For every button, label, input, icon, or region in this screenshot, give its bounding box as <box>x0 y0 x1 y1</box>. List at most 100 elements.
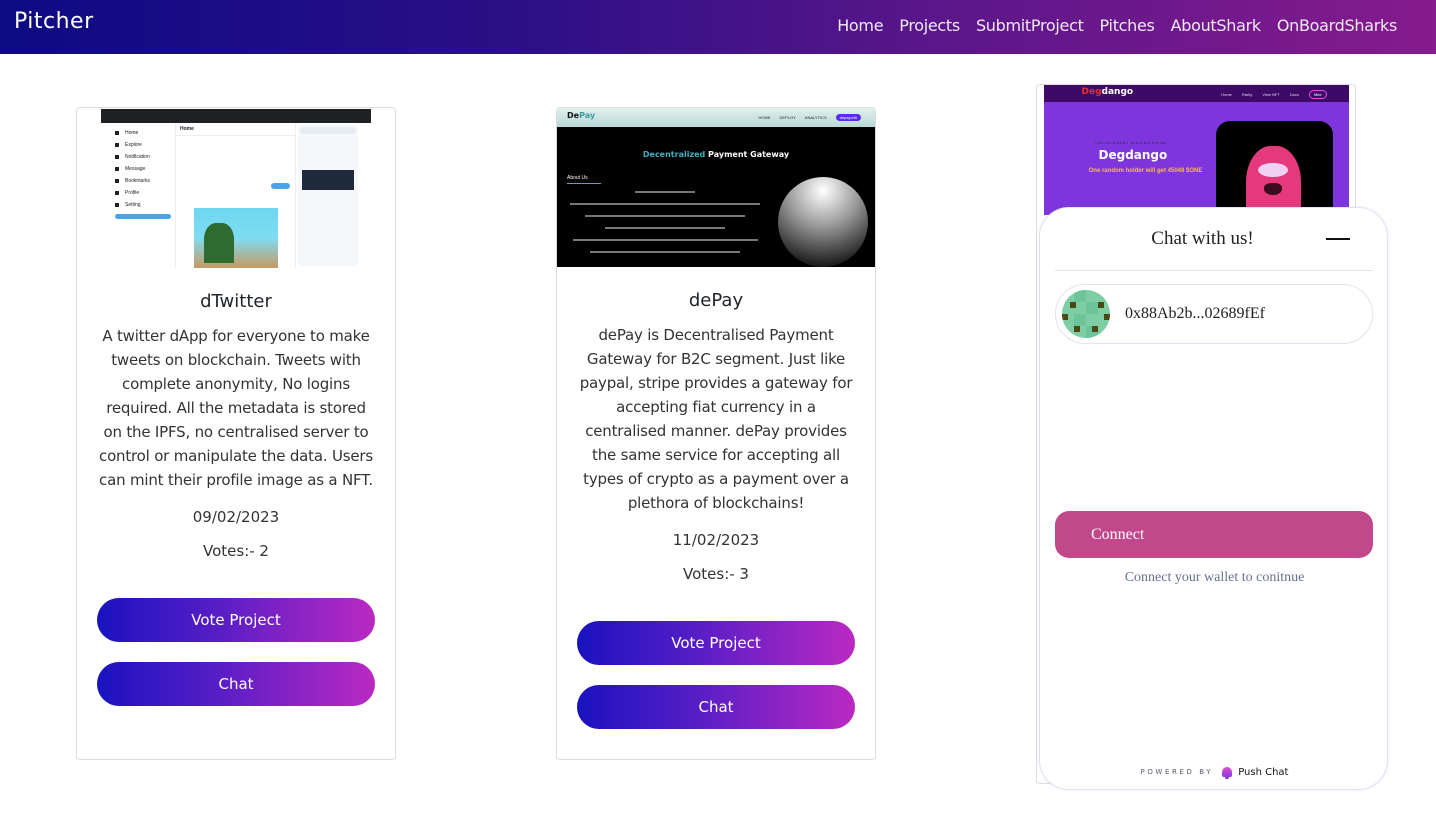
connect-hint: Connect your wallet to conitnue <box>1124 570 1305 585</box>
thumb-line <box>635 191 695 193</box>
project-thumbnail: Home Explore Notification Message Bookma… <box>101 109 371 268</box>
chat-title: Chat with us! <box>1151 228 1254 249</box>
thumb-menu-item: Docs <box>1289 92 1299 97</box>
nav-links: Home Projects SubmitProject Pitches Abou… <box>821 16 1397 35</box>
avatar-pixel <box>1074 314 1086 326</box>
thumbnail-trends <box>298 125 358 266</box>
thumb-search <box>300 127 356 134</box>
thumb-menu-pill: depay.eth <box>835 114 861 121</box>
thumb-image <box>302 170 354 190</box>
monster-eyes <box>1257 163 1288 177</box>
thumb-menu-item: DEPLOY <box>779 115 796 120</box>
avatar-pixel <box>1104 314 1110 320</box>
thumb-logo-b: Pay <box>579 111 596 120</box>
push-chat-brand: Push Chat <box>1238 766 1289 778</box>
brand-logo[interactable]: Pitcher <box>14 9 94 34</box>
project-date: 09/02/2023 <box>192 508 280 526</box>
project-votes: Votes:- 2 <box>203 542 269 560</box>
avatar-pixel <box>1074 290 1086 302</box>
thumb-logo-a: Deg <box>1081 87 1102 97</box>
browser-bar <box>101 109 371 123</box>
thumb-body: Decentralized Payment Gateway About Us <box>557 127 875 267</box>
wallet-address-pill: 0x88Ab2b...02689fEf <box>1055 284 1373 344</box>
thumb-hero: Decentralized Payment Gateway <box>557 150 875 159</box>
thumb-menu-item: Rarity <box>1241 92 1253 97</box>
thumb-text-lines <box>565 191 765 263</box>
thumb-sidebar-item: Explore <box>115 139 175 151</box>
thumbnail-feed: Home <box>175 123 296 268</box>
project-thumbnail: Degdango Home Rarity View NFT Docs Mint … <box>1043 85 1349 215</box>
thumb-body: INFLATIONARY MINTING PRICE Degdango One … <box>1043 102 1349 215</box>
powered-by-label: POWERED BY <box>1140 768 1214 776</box>
thumb-sphere <box>778 177 868 267</box>
thumb-menu-item: Home <box>1221 92 1232 97</box>
nav-link-submit-project[interactable]: SubmitProject <box>976 16 1084 35</box>
thumb-logo: DePay <box>567 111 595 120</box>
minimize-icon[interactable] <box>1326 234 1352 246</box>
thumb-logo: Degdango <box>1082 87 1134 97</box>
vote-project-button[interactable]: Vote Project <box>97 598 375 642</box>
nav-link-about-shark[interactable]: AboutShark <box>1171 16 1262 35</box>
thumb-hero: Degdango <box>1098 148 1168 162</box>
project-card: DePay HOME DEPLOY ANALYTICS depay.eth De… <box>556 107 876 760</box>
thumb-sidebar-item: Notification <box>115 151 175 163</box>
thumb-nft-card <box>1215 121 1333 215</box>
connect-button[interactable]: Connect <box>1055 511 1373 558</box>
avatar-pixel <box>1070 302 1076 308</box>
thumb-tag: INFLATIONARY MINTING PRICE <box>1095 141 1167 145</box>
chat-button[interactable]: Chat <box>577 685 855 729</box>
thumb-logo-b: dango <box>1101 87 1134 97</box>
chat-divider <box>1055 270 1373 271</box>
thumb-menu: Home Rarity View NFT Docs Mint <box>1221 90 1327 99</box>
thumbnail-sidebar: Home Explore Notification Message Bookma… <box>115 127 175 219</box>
thumb-home-label: Home <box>176 123 295 136</box>
thumb-hero-a: Decentralized <box>642 150 706 159</box>
thumb-line <box>605 227 725 229</box>
avatar <box>1062 290 1110 338</box>
thumb-tweet-button <box>115 214 171 219</box>
avatar-pixel <box>1062 314 1068 320</box>
project-votes: Votes:- 3 <box>683 565 749 583</box>
thumb-line <box>572 239 758 241</box>
navbar: Pitcher Home Projects SubmitProject Pitc… <box>0 0 1436 54</box>
chat-widget: Chat with us! 0x88Ab2b...02689fEf Connec… <box>1039 207 1388 790</box>
thumb-line <box>570 203 760 205</box>
avatar-pixel <box>1086 302 1098 314</box>
avatar-pixel <box>1098 302 1104 308</box>
thumb-sidebar-item: Setting <box>115 199 175 211</box>
project-card: Home Explore Notification Message Bookma… <box>76 107 396 760</box>
thumb-hero-b: Payment Gateway <box>705 150 790 159</box>
thumb-about: About Us <box>567 175 601 184</box>
thumb-send-button <box>271 183 290 189</box>
thumb-header: Degdango Home Rarity View NFT Docs Mint <box>1043 85 1349 102</box>
project-date: 11/02/2023 <box>672 531 760 549</box>
monster-image <box>1245 146 1301 215</box>
thumb-line <box>585 215 745 217</box>
thumb-sidebar-item: Profile <box>115 187 175 199</box>
thumb-menu: HOME DEPLOY ANALYTICS depay.eth <box>759 114 861 121</box>
nav-link-pitches[interactable]: Pitches <box>1100 16 1155 35</box>
thumb-logo-a: De <box>567 111 580 120</box>
thumb-line <box>590 251 740 253</box>
thumb-pixel-art <box>194 208 278 268</box>
thumb-menu-item: View NFT <box>1262 92 1280 97</box>
thumb-sidebar-item: Message <box>115 163 175 175</box>
nav-link-projects[interactable]: Projects <box>899 16 960 35</box>
project-description: A twitter dApp for everyone to make twee… <box>99 327 373 489</box>
project-title: dTwitter <box>200 291 272 312</box>
chat-button[interactable]: Chat <box>97 662 375 706</box>
bell-icon <box>1219 764 1235 780</box>
thumb-sub: One random holder will get 45048 $ONE <box>1088 168 1203 174</box>
thumb-menu-item: HOME <box>758 115 771 120</box>
nav-link-onboard-sharks[interactable]: OnBoardSharks <box>1277 16 1397 35</box>
project-description: dePay is Decentralised Payment Gateway f… <box>579 326 853 512</box>
vote-project-button[interactable]: Vote Project <box>577 621 855 665</box>
avatar-pixel <box>1074 326 1080 332</box>
monster-mouth <box>1263 183 1282 195</box>
project-title: dePay <box>688 290 744 311</box>
nav-link-home[interactable]: Home <box>837 16 883 35</box>
wallet-address: 0x88Ab2b...02689fEf <box>1125 305 1265 322</box>
project-thumbnail: DePay HOME DEPLOY ANALYTICS depay.eth De… <box>557 108 875 267</box>
thumb-menu-pill: Mint <box>1308 90 1327 99</box>
thumb-sidebar-item: Bookmarks <box>115 175 175 187</box>
